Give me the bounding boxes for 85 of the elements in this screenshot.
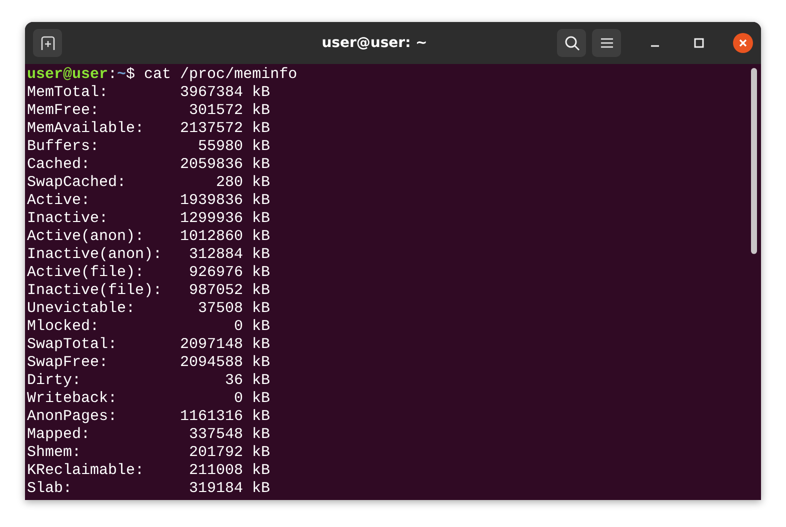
field-name: SwapTotal: [27,336,118,354]
field-unit: kB [252,444,272,462]
field-value: 337548 [188,426,244,444]
field-value: 37508 [197,300,244,318]
field-name: MemTotal: [27,84,110,102]
menu-icon [600,38,612,48]
field-value: 36 [224,372,244,390]
field-name: MemAvailable: [27,120,146,138]
field-unit: kB [252,336,272,354]
field-name: Active(anon): [27,228,146,246]
field-name: Unevictable: [27,300,136,318]
field-unit: kB [252,354,272,372]
field-unit: kB [252,300,272,318]
field-unit: kB [252,408,272,426]
field-name: AnonPages: [27,408,118,426]
field-value: 2097148 [179,336,244,354]
field-value: 1299936 [179,210,244,228]
field-unit: kB [252,282,272,300]
new-tab-button[interactable] [33,29,62,57]
field-name: KReclaimable: [27,462,146,480]
prompt-path: ~ [117,66,126,83]
field-value: 2094588 [179,354,244,372]
field-unit: kB [252,318,272,336]
field-name: Active(file): [27,264,146,282]
field-name: Inactive(file): [27,282,164,300]
field-value: 2059836 [179,156,244,174]
scrollbar-thumb[interactable] [751,68,757,254]
field-name: Mapped: [27,426,92,444]
field-value: 319184 [188,480,244,498]
field-name: Inactive: [27,210,110,228]
minimize-icon [651,45,659,47]
field-unit: kB [252,462,272,480]
field-value: 3967384 [179,84,244,102]
field-name: SwapCached: [27,174,128,192]
field-value: 926976 [188,264,244,282]
command-text: $ cat /proc/meminfo [126,66,298,83]
field-value: 301572 [188,102,244,120]
field-unit: kB [252,120,272,138]
field-unit: kB [252,372,272,390]
field-value: 2137572 [179,120,244,138]
maximize-icon [694,38,704,48]
field-value: 1939836 [179,192,244,210]
field-name: Buffers: [27,138,100,156]
field-value: 0 [233,318,244,336]
field-name: Dirty: [27,372,82,390]
prompt-user: user@user [27,66,108,83]
field-value: 201792 [188,444,244,462]
field-unit: kB [252,246,272,264]
field-name: Active: [27,192,92,210]
field-unit: kB [252,390,272,408]
field-unit: kB [252,210,272,228]
menu-button[interactable] [592,29,621,57]
close-icon [738,38,748,48]
field-name: SwapFree: [27,354,110,372]
field-name: MemFree: [27,102,100,120]
field-value: 55980 [197,138,244,156]
field-unit: kB [252,156,272,174]
field-value: 1012860 [179,228,244,246]
field-unit: kB [252,192,272,210]
field-value: 211008 [188,462,244,480]
field-name: Mlocked: [27,318,100,336]
field-name: Shmem: [27,444,82,462]
window-title: user@user: ~ [320,35,428,51]
field-unit: kB [252,480,272,498]
field-unit: kB [252,264,272,282]
prompt-separator: : [108,66,118,83]
field-value: 0 [233,390,244,408]
close-button[interactable] [733,33,753,53]
field-name: Inactive(anon): [27,246,164,264]
field-unit: kB [252,84,272,102]
search-icon [564,35,580,51]
field-unit: kB [252,426,272,444]
field-unit: kB [252,102,272,120]
field-unit: kB [252,138,272,156]
new-tab-icon [40,35,56,51]
search-button[interactable] [557,29,586,57]
field-unit: kB [252,174,272,192]
field-value: 312884 [188,246,244,264]
field-unit: kB [252,228,272,246]
field-name: Writeback: [27,390,118,408]
field-name: Slab: [27,480,74,498]
field-value: 987052 [188,282,244,300]
field-value: 1161316 [179,408,244,426]
field-value: 280 [215,174,244,192]
field-name: Cached: [27,156,92,174]
